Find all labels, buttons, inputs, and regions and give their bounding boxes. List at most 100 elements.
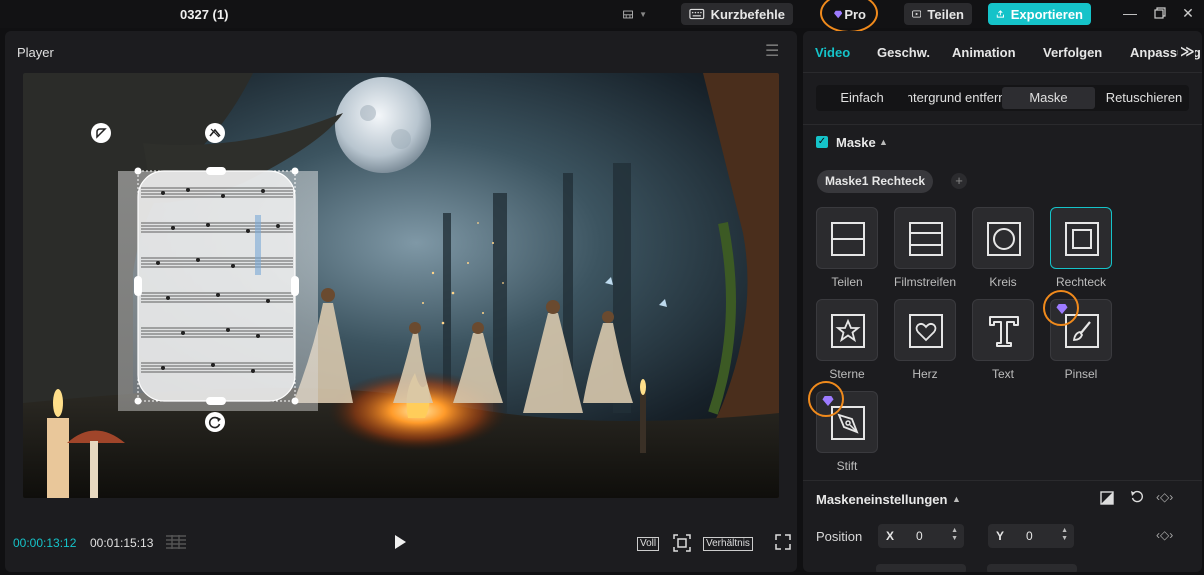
subtab-basic[interactable]: Einfach bbox=[816, 85, 908, 111]
tab-animation[interactable]: Animation bbox=[952, 45, 1016, 60]
rectangle-mask-icon bbox=[1065, 222, 1099, 256]
diamond-icon bbox=[834, 10, 843, 18]
tab-video[interactable]: Video bbox=[815, 45, 850, 60]
player-title: Player bbox=[17, 45, 54, 60]
text-mask-icon bbox=[989, 316, 1019, 347]
mask-option-split[interactable] bbox=[816, 207, 878, 269]
player-panel: Player ☰ 00:00:13:12 00:01:15:13 Voll Ve… bbox=[5, 31, 797, 572]
tab-speed[interactable]: Geschw. bbox=[877, 45, 930, 60]
pro-label: Pro bbox=[844, 6, 866, 22]
brush-mask-icon bbox=[1065, 314, 1099, 348]
fit-view-icon[interactable] bbox=[673, 534, 691, 557]
menu-icon[interactable]: ☰ bbox=[765, 41, 779, 61]
restore-icon bbox=[1154, 7, 1166, 19]
share-label: Teilen bbox=[927, 6, 964, 22]
position-y-field[interactable]: Y 0 ▲ ▼ bbox=[988, 524, 1074, 548]
mask-option-rectangle[interactable] bbox=[1050, 207, 1112, 269]
collapse-caret-icon[interactable]: ▲ bbox=[879, 137, 888, 147]
video-preview[interactable] bbox=[23, 73, 779, 498]
y-axis-label: Y bbox=[996, 529, 1005, 543]
pro-button[interactable]: Pro bbox=[828, 3, 872, 25]
next-field-partial bbox=[987, 564, 1077, 572]
full-quality-button[interactable]: Voll bbox=[637, 537, 660, 551]
mask-option-filmstrip[interactable] bbox=[894, 207, 956, 269]
mask-option-star[interactable] bbox=[816, 299, 878, 361]
reset-icon[interactable] bbox=[1130, 490, 1144, 509]
subtab-retouch[interactable]: Retuschieren bbox=[1099, 85, 1189, 111]
x-axis-label: X bbox=[886, 529, 895, 543]
play-button[interactable] bbox=[392, 533, 408, 551]
section-divider bbox=[803, 480, 1202, 481]
mask-option-label: Herz bbox=[912, 367, 938, 381]
tab-tracking[interactable]: Verfolgen bbox=[1043, 45, 1102, 60]
mask-option-pen[interactable] bbox=[816, 391, 878, 453]
stepper-icon[interactable]: ▲ ▼ bbox=[1061, 527, 1068, 543]
position-label: Position bbox=[816, 529, 863, 544]
collapse-caret-icon[interactable]: ▲ bbox=[952, 494, 961, 504]
rotate-handle-icon[interactable] bbox=[205, 412, 225, 432]
star-mask-icon bbox=[831, 314, 865, 348]
mask-option-brush[interactable] bbox=[1050, 299, 1112, 361]
chevron-down-icon: ▼ bbox=[639, 9, 647, 19]
circle-mask-icon bbox=[987, 222, 1021, 256]
split-mask-icon bbox=[831, 222, 865, 256]
mask-option-label: Filmstreifen bbox=[893, 275, 956, 289]
inspector-panel: Video Geschw. Animation Verfolgen Anpass… bbox=[803, 31, 1202, 572]
section-divider bbox=[803, 124, 1202, 125]
current-mask-chip[interactable]: Maske1 Rechteck bbox=[817, 170, 934, 193]
project-title: 0327 (1) bbox=[180, 7, 229, 22]
mask-option-label: Stift bbox=[836, 459, 858, 473]
diamond-icon bbox=[1056, 304, 1068, 314]
mask-enable-checkbox[interactable]: ✓ bbox=[816, 136, 828, 148]
mask-option-text[interactable] bbox=[972, 299, 1034, 361]
tabs-divider bbox=[803, 72, 1202, 73]
layout-switch-button[interactable]: ▼ bbox=[615, 3, 655, 25]
export-button[interactable]: Exportieren bbox=[988, 3, 1091, 25]
share-button[interactable]: Teilen bbox=[904, 3, 972, 25]
export-label: Exportieren bbox=[1010, 6, 1083, 22]
subtab-mask[interactable]: Maske bbox=[1002, 87, 1095, 109]
mask-option-label: Teilen bbox=[831, 275, 863, 289]
heart-mask-icon bbox=[909, 314, 943, 348]
mask-option-circle[interactable] bbox=[972, 207, 1034, 269]
x-value[interactable]: 0 bbox=[916, 529, 923, 543]
mask-option-label: Pinsel bbox=[1064, 367, 1098, 381]
keyframe-icon[interactable]: ‹◇› bbox=[1156, 490, 1173, 504]
diamond-icon bbox=[822, 396, 834, 406]
aspect-ratio-button[interactable]: Verhältnis bbox=[703, 537, 753, 551]
filmstrip-mask-icon bbox=[909, 222, 943, 256]
close-button[interactable]: ✕ bbox=[1178, 4, 1198, 22]
timeline-grid-icon[interactable] bbox=[165, 534, 187, 555]
mask-section-title: Maske bbox=[836, 135, 876, 150]
more-tabs-icon[interactable]: ≫ bbox=[1178, 43, 1195, 60]
add-mask-icon[interactable]: + bbox=[951, 173, 967, 189]
subtab-bar: Einfach Hintergrund entfernen Maske Retu… bbox=[816, 85, 1189, 111]
shortcuts-label: Kurzbefehle bbox=[710, 6, 785, 22]
mask-option-label: Rechteck bbox=[1055, 275, 1107, 289]
current-time: 00:00:13:12 bbox=[13, 536, 77, 550]
layout-icon bbox=[623, 10, 633, 18]
upload-icon bbox=[996, 10, 1004, 18]
mask-option-heart[interactable] bbox=[894, 299, 956, 361]
restore-button[interactable] bbox=[1150, 4, 1170, 22]
forest-scene-image bbox=[23, 73, 779, 498]
stepper-icon[interactable]: ▲ ▼ bbox=[951, 527, 958, 543]
minimize-button[interactable]: — bbox=[1120, 4, 1140, 22]
total-time: 00:01:15:13 bbox=[90, 536, 154, 550]
play-icon bbox=[395, 535, 406, 549]
keyframe-icon[interactable]: ‹◇› bbox=[1156, 528, 1173, 542]
position-x-field[interactable]: X 0 ▲ ▼ bbox=[878, 524, 964, 548]
share-icon bbox=[912, 10, 922, 18]
keyboard-icon bbox=[689, 8, 705, 20]
y-value[interactable]: 0 bbox=[1026, 529, 1033, 543]
mask-option-label: Kreis bbox=[989, 275, 1017, 289]
pen-mask-icon bbox=[831, 406, 865, 440]
mask-option-label: Sterne bbox=[829, 367, 865, 381]
invert-mask-icon[interactable] bbox=[1100, 491, 1114, 510]
feather-handle-icon[interactable] bbox=[91, 123, 111, 143]
fullscreen-icon[interactable] bbox=[775, 534, 791, 555]
next-field-partial bbox=[876, 564, 966, 572]
corner-radius-handle-icon[interactable] bbox=[205, 123, 225, 143]
shortcuts-button[interactable]: Kurzbefehle bbox=[681, 3, 793, 25]
title-bar: 0327 (1) ▼ Kurzbefehle Pro Teilen Export… bbox=[0, 0, 1204, 33]
